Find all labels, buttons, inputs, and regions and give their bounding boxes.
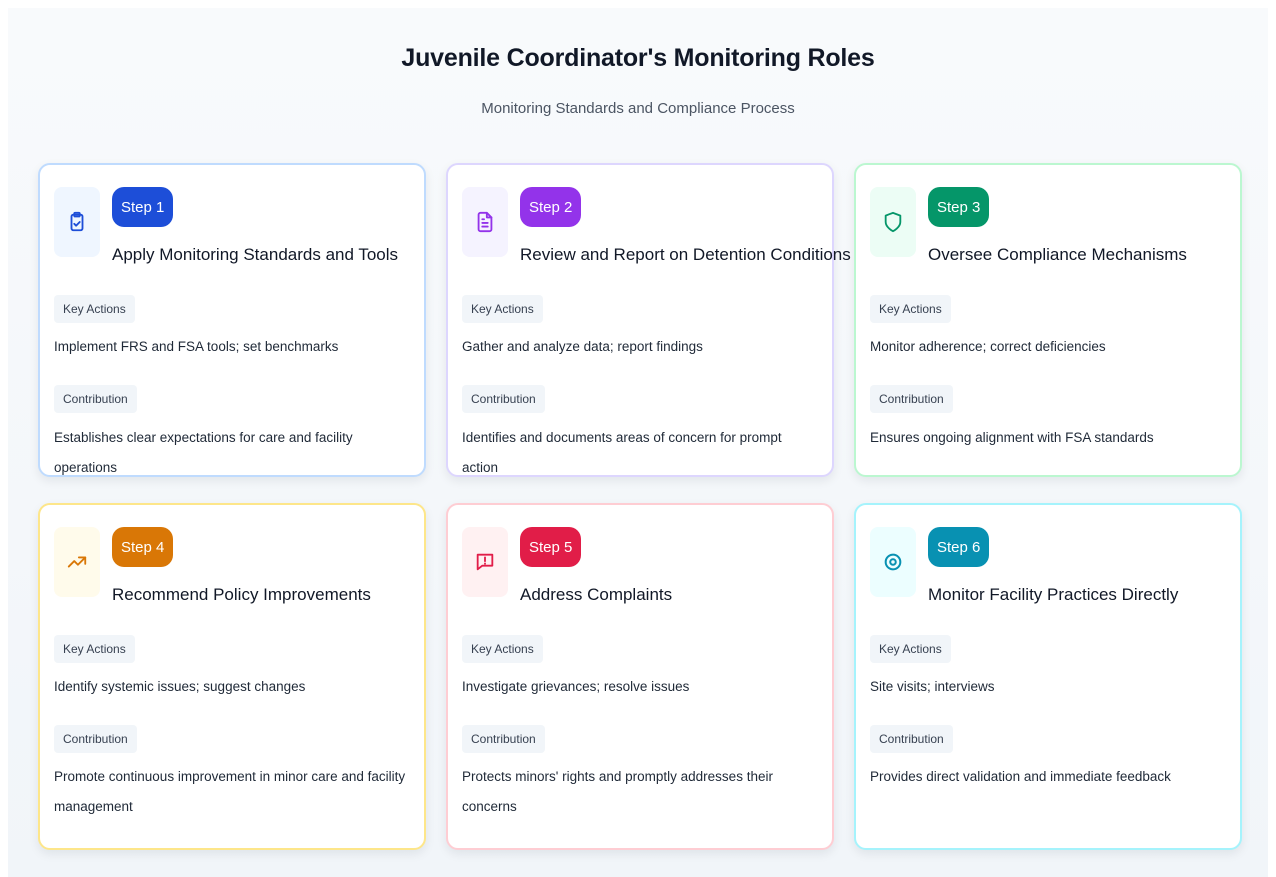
step-card-6: Step 6 Monitor Facility Practices Direct…: [854, 503, 1242, 850]
key-actions-tag: Key Actions: [870, 295, 951, 323]
step-card-4: Step 4 Recommend Policy Improvements Key…: [38, 503, 426, 850]
key-actions-text: Identify systemic issues; suggest change…: [54, 679, 306, 694]
step-card-3: Step 3 Oversee Compliance Mechanisms Key…: [854, 163, 1242, 477]
step-title: Address Complaints: [520, 585, 673, 604]
contribution-text: Provides direct validation and immediate…: [870, 769, 1171, 784]
trending-up-icon-box: [54, 527, 100, 597]
shield-icon: [884, 211, 902, 233]
key-actions-tag: Key Actions: [870, 635, 951, 663]
eye-target-icon-box: [870, 527, 916, 597]
key-actions-text: Investigate grievances; resolve issues: [462, 679, 690, 694]
contribution-tag: Contribution: [870, 725, 953, 753]
step-title: Apply Monitoring Standards and Tools: [112, 245, 399, 264]
step-badge: Step 5: [520, 527, 582, 567]
document-icon-box: [462, 187, 508, 257]
key-actions-tag: Key Actions: [462, 635, 543, 663]
contribution-text: Establishes clear expectations for care …: [54, 430, 353, 475]
step-title: Review and Report on Detention Condition…: [520, 245, 851, 264]
step-title: Monitor Facility Practices Directly: [928, 585, 1179, 604]
contribution-text: Protects minors' rights and promptly add…: [462, 769, 773, 814]
step-card-2: Step 2 Review and Report on Detention Co…: [446, 163, 851, 477]
step-badge: Step 6: [928, 527, 990, 567]
document-icon: [477, 211, 493, 233]
step-title: Oversee Compliance Mechanisms: [928, 245, 1187, 264]
contribution-text: Promote continuous improvement in minor …: [54, 769, 406, 814]
step-card-5: Step 5 Address Complaints Key Actions In…: [446, 503, 834, 850]
step-badge: Step 2: [520, 187, 582, 227]
page-title: Juvenile Coordinator's Monitoring Roles: [401, 44, 875, 72]
step-badge: Step 3: [928, 187, 990, 227]
clipboard-check-icon: [70, 211, 84, 232]
alert-message-icon-box: [462, 527, 508, 597]
key-actions-tag: Key Actions: [54, 635, 135, 663]
contribution-tag: Contribution: [54, 725, 137, 753]
page-subtitle: Monitoring Standards and Compliance Proc…: [481, 100, 795, 117]
alert-message-icon: [476, 553, 494, 571]
key-actions-text: Gather and analyze data; report findings: [462, 339, 703, 354]
key-actions-tag: Key Actions: [54, 295, 135, 323]
contribution-text: Identifies and documents areas of concer…: [462, 430, 782, 475]
key-actions-tag: Key Actions: [462, 295, 543, 323]
eye-target-icon: [884, 553, 902, 571]
shield-icon-box: [870, 187, 916, 257]
contribution-text: Ensures ongoing alignment with FSA stand…: [870, 430, 1154, 445]
key-actions-text: Implement FRS and FSA tools; set benchma…: [54, 339, 339, 354]
step-title: Recommend Policy Improvements: [112, 585, 371, 604]
key-actions-text: Monitor adherence; correct deficiencies: [870, 339, 1106, 354]
key-actions-text: Site visits; interviews: [870, 679, 995, 694]
step-card-1: Step 1 Apply Monitoring Standards and To…: [38, 163, 426, 477]
contribution-tag: Contribution: [54, 385, 137, 413]
trending-up-icon: [67, 556, 87, 568]
step-badge: Step 4: [112, 527, 174, 567]
step-badge: Step 1: [112, 187, 174, 227]
contribution-tag: Contribution: [462, 725, 545, 753]
clipboard-check-icon-box: [54, 187, 100, 257]
contribution-tag: Contribution: [870, 385, 953, 413]
contribution-tag: Contribution: [462, 385, 545, 413]
